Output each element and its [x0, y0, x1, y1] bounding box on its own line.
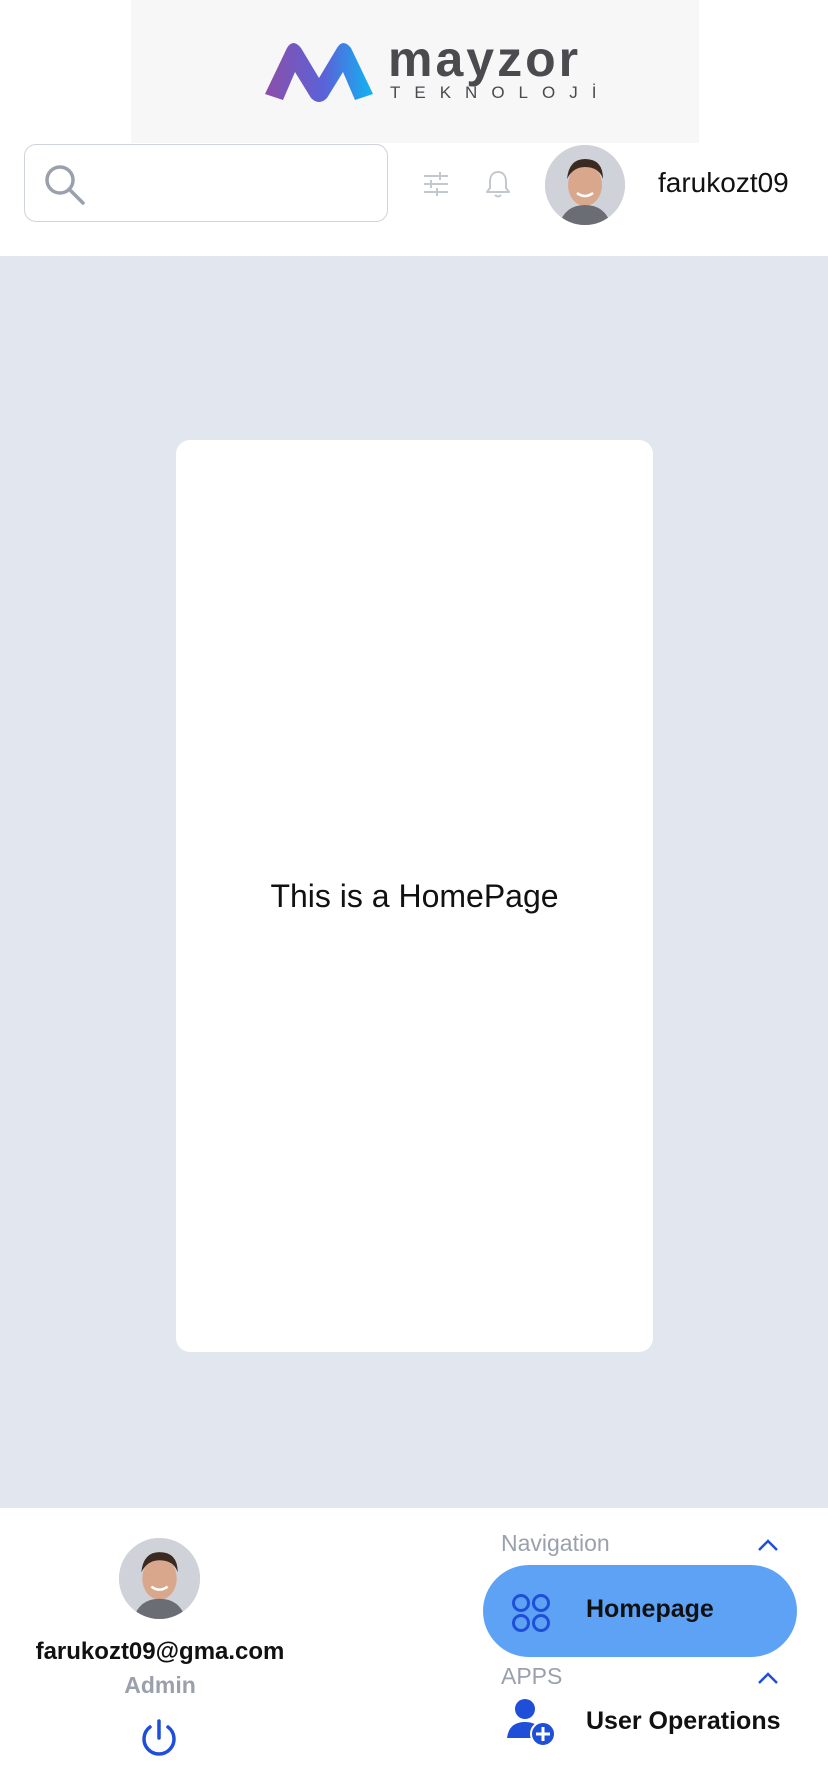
profile-role: Admin — [124, 1672, 196, 1698]
section-title-navigation: Navigation — [501, 1530, 610, 1556]
profile-avatar — [119, 1538, 200, 1619]
bottom-panel: farukozt09@gma.com Admin Navigation Home… — [0, 1508, 828, 1792]
brand-name: mayzor — [388, 31, 582, 87]
nav-item-label: Homepage — [586, 1595, 714, 1623]
header-username[interactable]: farukozt09 — [658, 163, 789, 203]
add-user-icon[interactable] — [505, 1696, 557, 1748]
home-card: This is a HomePage — [176, 440, 653, 1352]
search-input[interactable] — [103, 159, 367, 209]
chevron-up-icon[interactable] — [757, 1538, 779, 1552]
user-avatar[interactable] — [545, 145, 625, 225]
search-icon — [45, 165, 85, 205]
bell-icon[interactable] — [486, 169, 510, 199]
grid-circles-icon — [512, 1594, 550, 1632]
profile-email: farukozt09@gma.com — [35, 1638, 285, 1665]
avatar-image — [545, 145, 625, 225]
brand-subtitle: TEKNOLOJİ — [390, 83, 611, 102]
top-header: farukozt09 — [0, 143, 828, 256]
search-box[interactable] — [24, 144, 388, 222]
chevron-up-icon[interactable] — [757, 1671, 779, 1685]
main-content: This is a HomePage — [0, 256, 828, 1508]
avatar-image — [119, 1538, 200, 1619]
filter-sliders-icon[interactable] — [422, 171, 450, 197]
brand-logo-icon — [265, 43, 373, 102]
brand-logo-area: mayzor TEKNOLOJİ — [131, 0, 699, 143]
power-icon[interactable] — [138, 1718, 180, 1760]
home-card-text: This is a HomePage — [270, 877, 559, 914]
nav-item-homepage[interactable]: Homepage — [483, 1565, 797, 1657]
section-title-apps: APPS — [501, 1663, 563, 1689]
nav-item-user-operations[interactable]: User Operations — [586, 1707, 781, 1736]
